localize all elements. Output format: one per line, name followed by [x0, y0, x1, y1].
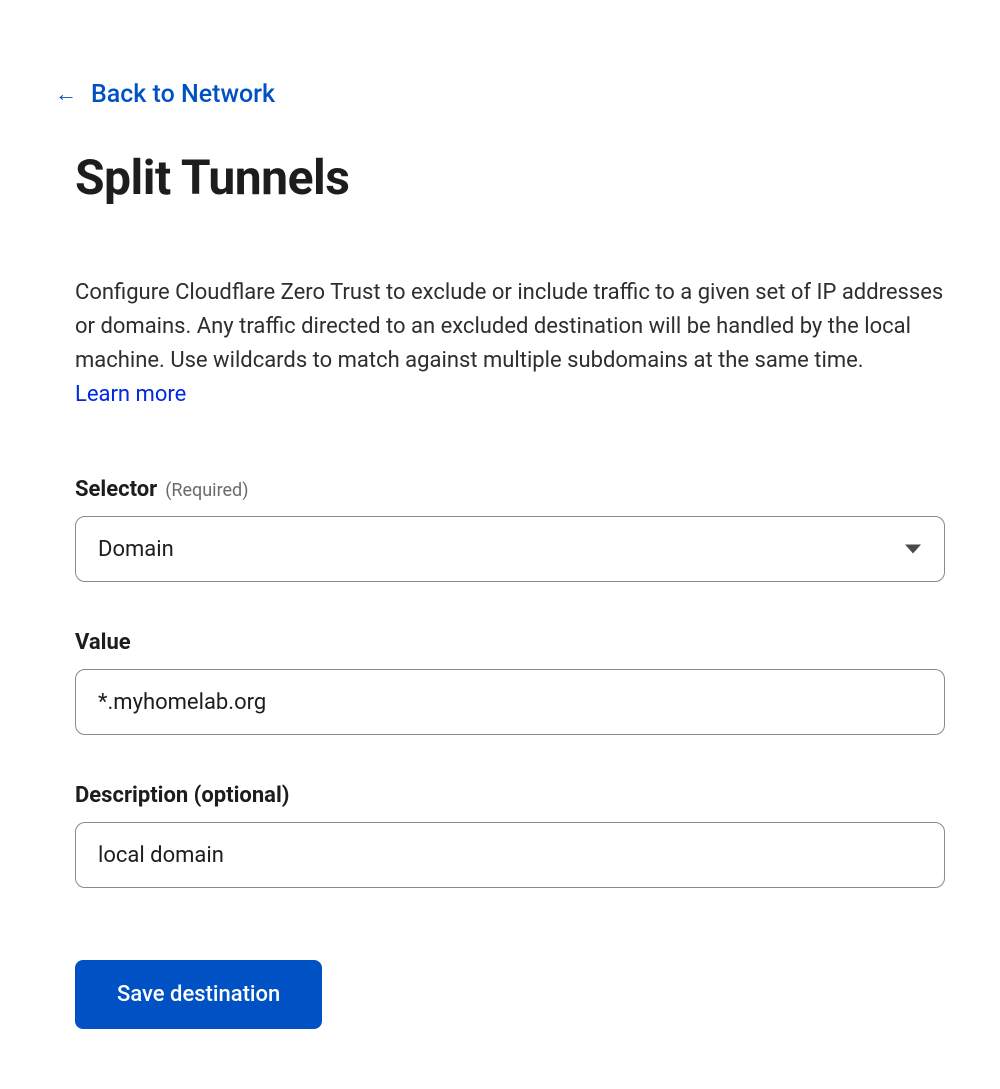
learn-more-link[interactable]: Learn more — [75, 382, 186, 407]
value-input[interactable] — [75, 669, 945, 735]
value-label: Value — [75, 630, 131, 655]
back-link-label: Back to Network — [91, 80, 275, 109]
page-description: Configure Cloudflare Zero Trust to exclu… — [75, 276, 945, 378]
back-to-network-link[interactable]: ← Back to Network — [55, 80, 275, 109]
selector-dropdown[interactable] — [75, 516, 945, 582]
save-destination-button[interactable]: Save destination — [75, 960, 322, 1029]
selector-label: Selector(Required) — [75, 477, 248, 502]
description-input[interactable] — [75, 822, 945, 888]
page-title: Split Tunnels — [75, 149, 945, 206]
description-label: Description (optional) — [75, 783, 290, 808]
selector-required-hint: (Required) — [165, 480, 248, 501]
arrow-left-icon: ← — [55, 84, 77, 106]
